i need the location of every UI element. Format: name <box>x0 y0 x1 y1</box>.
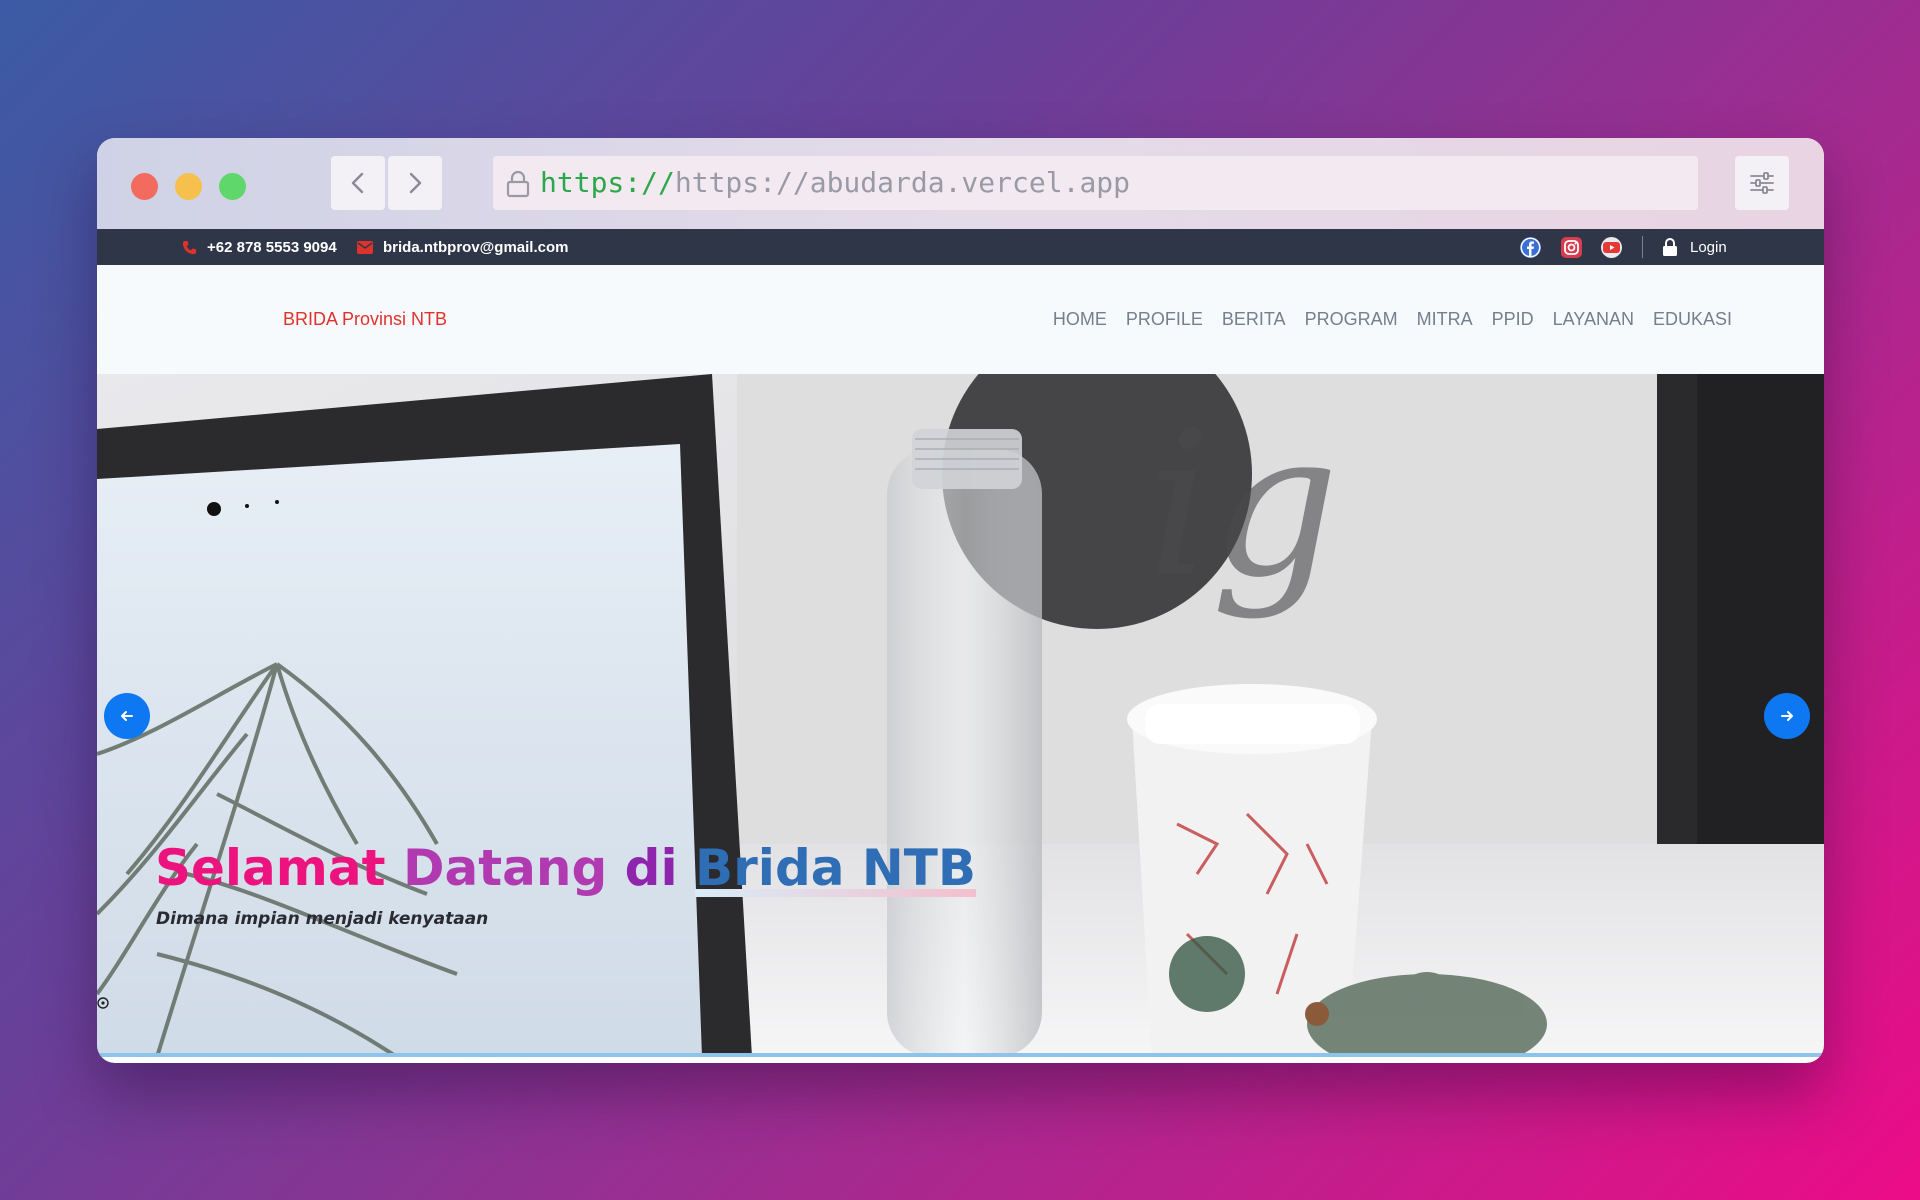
nav-item-home[interactable]: HOME <box>1053 309 1107 330</box>
hero-bottom-border <box>97 1053 1824 1057</box>
phone-contact[interactable]: +62 878 5553 9094 <box>182 229 337 265</box>
headline-word-5: NTB <box>861 839 976 897</box>
headline-word-2: Datang <box>402 839 608 897</box>
back-icon <box>351 172 364 194</box>
site-brand[interactable]: BRIDA Provinsi NTB <box>283 265 447 374</box>
phone-icon <box>182 240 197 254</box>
email-contact[interactable]: brida.ntbprov@gmail.com <box>357 229 568 265</box>
topbar-divider <box>1642 236 1643 258</box>
envelope-icon <box>357 240 373 254</box>
minimize-window-button[interactable] <box>175 173 202 200</box>
hero-tagline: Dimana impian menjadi kenyataan <box>156 909 489 929</box>
contact-topbar: +62 878 5553 9094 brida.ntbprov@gmail.co… <box>97 229 1824 265</box>
url-scheme: https:// <box>540 166 675 199</box>
nav-item-program[interactable]: PROGRAM <box>1305 309 1398 330</box>
hero-headline: Selamat Datang di Brida NTB <box>155 837 976 899</box>
svg-text:ig: ig <box>1147 389 1339 622</box>
address-bar[interactable]: https://https://abudarda.vercel.app <box>493 156 1698 210</box>
slider-next-button[interactable] <box>1764 693 1810 739</box>
close-window-button[interactable] <box>131 173 158 200</box>
facebook-link[interactable] <box>1520 237 1541 258</box>
instagram-icon <box>1561 237 1582 258</box>
arrow-left-icon <box>121 711 133 721</box>
nav-item-mitra[interactable]: MITRA <box>1417 309 1473 330</box>
login-link[interactable]: Login <box>1662 229 1727 265</box>
nav-item-berita[interactable]: BERITA <box>1222 309 1286 330</box>
main-navbar: BRIDA Provinsi NTB HOME PROFILE BERITA P… <box>97 265 1824 374</box>
email-address: brida.ntbprov@gmail.com <box>383 238 569 256</box>
url-text: https://https://abudarda.vercel.app <box>540 166 1130 200</box>
forward-icon <box>409 172 422 194</box>
settings-button[interactable] <box>1735 156 1789 210</box>
forward-button[interactable] <box>388 156 442 210</box>
maximize-window-button[interactable] <box>219 173 246 200</box>
phone-number: +62 878 5553 9094 <box>207 238 337 256</box>
headline-word-1: Selamat <box>155 839 386 897</box>
hero-background-photo: ig <box>97 374 1824 1057</box>
settings-sliders-icon <box>1750 172 1774 194</box>
nav-item-layanan[interactable]: LAYANAN <box>1553 309 1634 330</box>
nav-item-profile[interactable]: PROFILE <box>1126 309 1203 330</box>
nav-item-edukasi[interactable]: EDUKASI <box>1653 309 1732 330</box>
browser-window: https://https://abudarda.vercel.app +62 … <box>97 138 1824 1063</box>
url-address: https://abudarda.vercel.app <box>674 166 1131 199</box>
facebook-icon <box>1520 237 1541 258</box>
youtube-link[interactable] <box>1601 237 1622 258</box>
back-button[interactable] <box>331 156 385 210</box>
arrow-right-icon <box>1781 711 1793 721</box>
headline-word-3: di <box>624 839 678 897</box>
login-label: Login <box>1690 238 1727 256</box>
youtube-icon <box>1603 242 1620 253</box>
slider-prev-button[interactable] <box>104 693 150 739</box>
nav-menu: HOME PROFILE BERITA PROGRAM MITRA PPID L… <box>1034 265 1732 374</box>
browser-toolbar: https://https://abudarda.vercel.app <box>97 138 1824 229</box>
lock-icon <box>1663 238 1677 256</box>
hero-slider: ig Selamat Datang di Brida NTB Dimana im… <box>97 374 1824 1057</box>
nav-item-ppid[interactable]: PPID <box>1492 309 1534 330</box>
accessibility-icon[interactable] <box>97 996 109 1010</box>
instagram-link[interactable] <box>1561 237 1582 258</box>
headline-word-4: Brida <box>695 839 845 897</box>
lock-icon <box>506 170 530 198</box>
